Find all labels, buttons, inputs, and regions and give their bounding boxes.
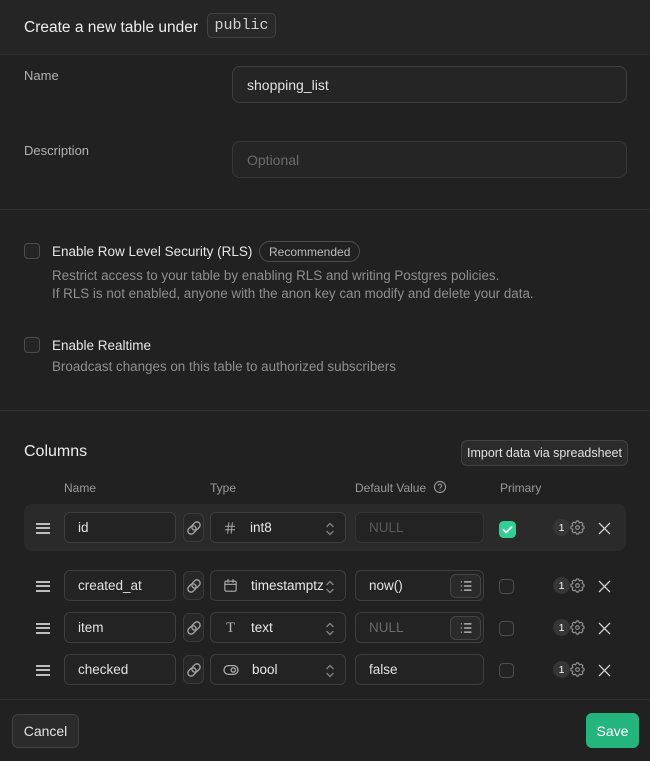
svg-text:T: T	[226, 620, 235, 635]
